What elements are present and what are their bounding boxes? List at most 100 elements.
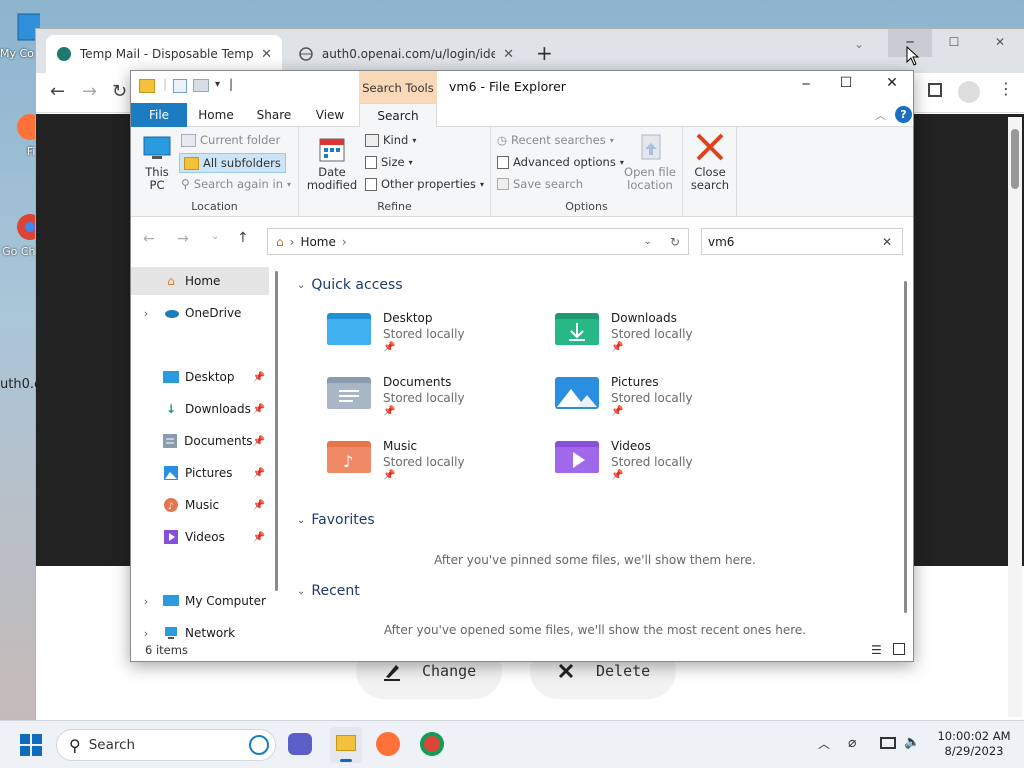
pin-icon[interactable]: 📌 [253, 500, 265, 511]
windows-start-icon[interactable] [20, 734, 42, 756]
tab-file[interactable]: File [131, 103, 187, 127]
search-box[interactable]: vm6 ✕ [701, 228, 903, 255]
tab-view[interactable]: View [305, 103, 355, 127]
network-icon [161, 626, 181, 640]
tile-videos[interactable]: Videos Stored locally 📌 [555, 439, 775, 495]
chrome-tab-auth0[interactable]: auth0.openai.com/u/login/identi ✕ [288, 35, 524, 73]
address-bar[interactable]: ⌂ › Home › ⌄ ↻ [267, 228, 689, 255]
kind-button[interactable]: Kind ▾ [365, 133, 416, 147]
tab-search-chevron-icon[interactable]: ⌄ [854, 37, 864, 51]
section-recent[interactable]: ⌄ Recent [297, 583, 360, 599]
chrome-icon[interactable] [420, 732, 444, 756]
clear-search-icon[interactable]: ✕ [882, 235, 892, 249]
tile-downloads[interactable]: Downloads Stored locally 📌 [555, 311, 775, 367]
collapse-ribbon-chevron-icon[interactable]: ︿ [875, 107, 886, 123]
breadcrumb-separator[interactable]: › [342, 235, 347, 249]
section-favorites[interactable]: ⌄ Favorites [297, 512, 375, 528]
save-search-button[interactable]: Save search [497, 177, 583, 191]
section-quick-access[interactable]: ⌄ Quick access [297, 277, 403, 293]
desktop-icon-chrome[interactable]: Go Chr [0, 212, 43, 258]
recent-searches-button[interactable]: ◷ Recent searches ▾ [497, 133, 614, 147]
tab-share[interactable]: Share [249, 103, 299, 127]
bing-icon[interactable] [249, 735, 269, 755]
refresh-icon[interactable]: ↻ [670, 235, 680, 249]
file-explorer-taskbar-button[interactable] [330, 727, 362, 763]
reload-icon[interactable]: ↻ [112, 81, 127, 102]
nav-item-pictures[interactable]: Pictures 📌 [131, 459, 269, 487]
firefox-icon[interactable] [376, 732, 400, 756]
new-tab-button[interactable]: + [536, 41, 553, 65]
pin-icon[interactable]: 📌 [253, 532, 265, 543]
large-icons-view-icon[interactable] [893, 643, 905, 655]
expand-chevron-icon[interactable]: › [131, 627, 161, 640]
content-scrollbar[interactable] [903, 281, 908, 613]
forward-arrow-icon[interactable]: → [82, 81, 97, 102]
this-pc-button[interactable]: This PC [139, 135, 175, 192]
address-dropdown-chevron-icon[interactable]: ⌄ [644, 236, 652, 247]
up-arrow-icon[interactable]: ↑ [237, 230, 249, 246]
desktop-icon-firefox[interactable]: Fir [0, 112, 43, 158]
close-tab-icon[interactable]: ✕ [503, 47, 514, 62]
expand-chevron-icon[interactable]: › [131, 595, 161, 608]
explorer-minimize-button[interactable]: ─ [791, 77, 821, 91]
search-again-in-button[interactable]: ⚲ Search again in ▾ [181, 177, 291, 191]
search-input[interactable]: vm6 [708, 235, 734, 249]
tab-search[interactable]: Search [359, 103, 437, 128]
tile-music[interactable]: ♪ Music Stored locally 📌 [327, 439, 547, 495]
properties-icon[interactable] [173, 79, 187, 93]
close-search-button[interactable]: Close search [685, 131, 735, 192]
display-icon[interactable] [880, 737, 896, 749]
nav-item-music[interactable]: ♪ Music 📌 [131, 491, 269, 519]
chrome-tab-temp-mail[interactable]: Temp Mail - Disposable Tempora ✕ [46, 35, 282, 73]
pin-icon[interactable]: 📌 [253, 372, 265, 383]
other-properties-button[interactable]: Other properties ▾ [365, 177, 484, 191]
recent-locations-chevron-icon[interactable]: ⌄ [211, 231, 219, 242]
network-status-icon[interactable]: ⌀ [848, 735, 856, 751]
tile-desktop[interactable]: Desktop Stored locally 📌 [327, 311, 547, 367]
advanced-options-button[interactable]: Advanced options ▾ [497, 155, 624, 169]
forward-arrow-icon[interactable]: → [177, 231, 189, 247]
desktop-icon-my-computer[interactable]: My Co [0, 12, 59, 60]
help-icon[interactable]: ? [895, 106, 912, 123]
taskbar-search-box[interactable]: ⚲ Search [56, 729, 276, 761]
chrome-menu-icon[interactable]: ⋮ [998, 79, 1014, 98]
profile-avatar[interactable] [958, 81, 980, 103]
details-view-icon[interactable]: ☰ [871, 643, 882, 657]
breadcrumb-home[interactable]: Home [300, 235, 335, 249]
back-arrow-icon[interactable]: ← [50, 81, 65, 102]
nav-item-home[interactable]: ⌂ Home [131, 267, 269, 295]
sidepanel-icon[interactable] [928, 83, 942, 97]
size-button[interactable]: Size ▾ [365, 155, 413, 169]
pin-icon[interactable]: 📌 [253, 436, 265, 447]
current-folder-button[interactable]: Current folder [181, 133, 280, 147]
nav-item-onedrive[interactable]: › OneDrive [131, 299, 269, 327]
open-file-location-button[interactable]: Open file location [621, 133, 679, 192]
chrome-scrollbar[interactable] [1008, 117, 1022, 717]
nav-item-documents[interactable]: Documents 📌 [131, 427, 269, 455]
nav-item-my-computer[interactable]: › My Computer [131, 587, 269, 615]
explorer-close-button[interactable]: ✕ [877, 75, 907, 91]
expand-chevron-icon[interactable]: › [131, 307, 161, 320]
back-arrow-icon[interactable]: ← [143, 231, 155, 247]
date-modified-button[interactable]: Date modified [303, 135, 361, 192]
taskbar-clock[interactable]: 10:00:02 AM 8/29/2023 [934, 729, 1014, 759]
chrome-close-button[interactable]: ✕ [980, 29, 1020, 57]
new-folder-icon[interactable] [193, 79, 209, 92]
all-subfolders-button[interactable]: All subfolders [179, 153, 286, 173]
chrome-maximize-button[interactable]: ☐ [936, 29, 972, 57]
nav-item-downloads[interactable]: ↓ Downloads 📌 [131, 395, 269, 423]
show-hidden-icons-chevron-icon[interactable]: ︿ [818, 735, 830, 752]
pin-icon[interactable]: 📌 [253, 468, 265, 479]
customize-toolbar-chevron-icon[interactable]: ▾ [215, 79, 220, 90]
tile-documents[interactable]: Documents Stored locally 📌 [327, 375, 547, 431]
teams-chat-icon[interactable] [288, 733, 312, 755]
nav-scrollbar[interactable] [274, 267, 279, 597]
nav-item-videos[interactable]: Videos 📌 [131, 523, 269, 551]
explorer-maximize-button[interactable]: ☐ [831, 75, 861, 91]
nav-item-desktop[interactable]: Desktop 📌 [131, 363, 269, 391]
pin-icon[interactable]: 📌 [253, 404, 265, 415]
close-tab-icon[interactable]: ✕ [261, 47, 272, 62]
volume-icon[interactable]: 🔈 [904, 735, 920, 750]
tab-home[interactable]: Home [191, 103, 241, 127]
tile-pictures[interactable]: Pictures Stored locally 📌 [555, 375, 775, 431]
